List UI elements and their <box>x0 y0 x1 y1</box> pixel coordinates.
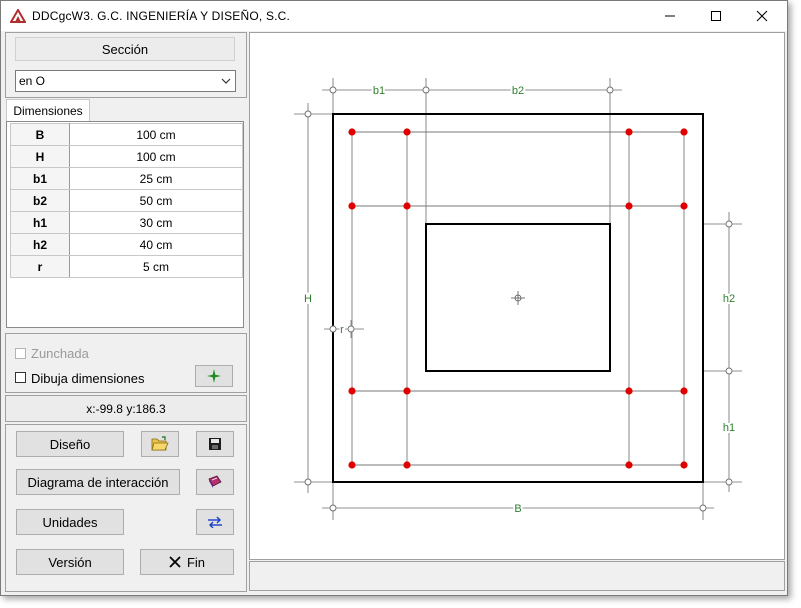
book-button[interactable] <box>196 469 234 495</box>
save-button[interactable] <box>196 431 234 457</box>
label-r: r <box>340 324 344 336</box>
dim-key: b1 <box>10 167 70 190</box>
fin-label: Fin <box>186 554 206 570</box>
tab-dimensiones[interactable]: Dimensiones <box>6 99 90 121</box>
table-row[interactable]: h2 40 cm <box>10 233 243 256</box>
close-window-button[interactable] <box>739 1 785 31</box>
label-b2: b2 <box>512 85 524 97</box>
window-title: DDCgcW3. G.C. INGENIERÍA Y DISEÑO, S.C. <box>32 9 291 23</box>
diseno-label: Diseño <box>49 436 91 452</box>
units-convert-button[interactable] <box>196 509 234 535</box>
chevron-down-icon <box>221 78 231 84</box>
dimensions-grid[interactable]: B 100 cm H 100 cm b1 25 cm b2 50 cm h1 30 cm … <box>6 121 244 328</box>
open-folder-icon <box>151 436 169 451</box>
label-H: H <box>304 293 312 305</box>
dim-key: h1 <box>10 211 70 234</box>
unidades-button[interactable]: Unidades <box>16 509 124 535</box>
section-select-value: en O <box>19 74 46 88</box>
close-icon <box>756 10 768 22</box>
open-button[interactable] <box>141 431 179 457</box>
maximize-icon <box>711 11 721 21</box>
table-row[interactable]: b1 25 cm <box>10 167 243 190</box>
section-header: Sección <box>15 37 235 61</box>
section-select[interactable]: en O <box>15 70 236 92</box>
dim-value[interactable]: 25 cm <box>69 167 243 190</box>
close-x-icon <box>169 556 181 568</box>
app-logo-icon <box>10 9 26 23</box>
unidades-label: Unidades <box>42 514 98 530</box>
coords-text: x:-99.8 y:186.3 <box>86 401 166 416</box>
dim-value[interactable]: 30 cm <box>69 211 243 234</box>
label-h1: h1 <box>723 422 735 434</box>
dim-key: b2 <box>10 189 70 212</box>
minimize-icon <box>665 15 675 17</box>
tab-dimensiones-label: Dimensiones <box>13 103 83 118</box>
dim-key: B <box>10 123 70 146</box>
maximize-button[interactable] <box>693 1 739 31</box>
dimensions-table: B 100 cm H 100 cm b1 25 cm b2 50 cm h1 30 cm … <box>10 123 243 278</box>
book-icon <box>208 475 222 488</box>
drawing-canvas[interactable]: b1 b2 H r h2 h1 B <box>249 32 785 560</box>
dibuja-checkbox[interactable] <box>15 372 26 383</box>
minimize-button[interactable] <box>647 1 693 31</box>
save-disk-icon <box>209 438 221 450</box>
section-label: Sección <box>101 41 149 57</box>
title-bar: DDCgcW3. G.C. INGENIERÍA Y DISEÑO, S.C. <box>1 1 787 31</box>
table-row[interactable]: b2 50 cm <box>10 189 243 212</box>
section-drawing: b1 b2 H r h2 h1 B <box>294 78 742 520</box>
table-row[interactable]: h1 30 cm <box>10 211 243 234</box>
convert-arrows-icon <box>208 516 222 528</box>
dim-value[interactable]: 100 cm <box>69 123 243 146</box>
diseno-button[interactable]: Diseño <box>16 431 124 457</box>
dim-key: H <box>10 145 70 168</box>
version-label: Versión <box>48 554 92 570</box>
crosshair-star-icon <box>207 369 221 383</box>
dim-key: r <box>10 255 70 278</box>
diagrama-label: Diagrama de interacción <box>27 474 169 490</box>
table-row[interactable]: H 100 cm <box>10 145 243 168</box>
fin-button[interactable]: Fin <box>140 549 234 575</box>
version-button[interactable]: Versión <box>16 549 124 575</box>
status-bar <box>249 561 785 591</box>
coords-display: x:-99.8 y:186.3 <box>5 395 247 422</box>
dibuja-label: Dibuja dimensiones <box>31 371 145 386</box>
table-row[interactable]: r5 cm <box>10 255 243 278</box>
dim-key: h2 <box>10 233 70 256</box>
pick-point-button[interactable] <box>195 365 233 387</box>
dim-value[interactable]: 40 cm <box>69 233 243 256</box>
dim-value[interactable]: 100 cm <box>69 145 243 168</box>
label-b1: b1 <box>373 85 385 97</box>
dim-value[interactable]: 50 cm <box>69 189 243 212</box>
dim-value[interactable]: 5 cm <box>69 255 243 278</box>
app-window: DDCgcW3. G.C. INGENIERÍA Y DISEÑO, S.C. … <box>0 0 788 596</box>
zunchada-label: Zunchada <box>31 346 89 361</box>
table-row[interactable]: B 100 cm <box>10 123 243 146</box>
left-panel: Sección en O Dimensiones B 100 cm H 100 cm… <box>5 32 247 592</box>
label-B: B <box>514 503 521 515</box>
label-h2: h2 <box>723 293 735 305</box>
select-arrow[interactable] <box>217 71 235 91</box>
zunchada-checkbox[interactable] <box>15 348 26 359</box>
diagrama-button[interactable]: Diagrama de interacción <box>16 469 180 495</box>
